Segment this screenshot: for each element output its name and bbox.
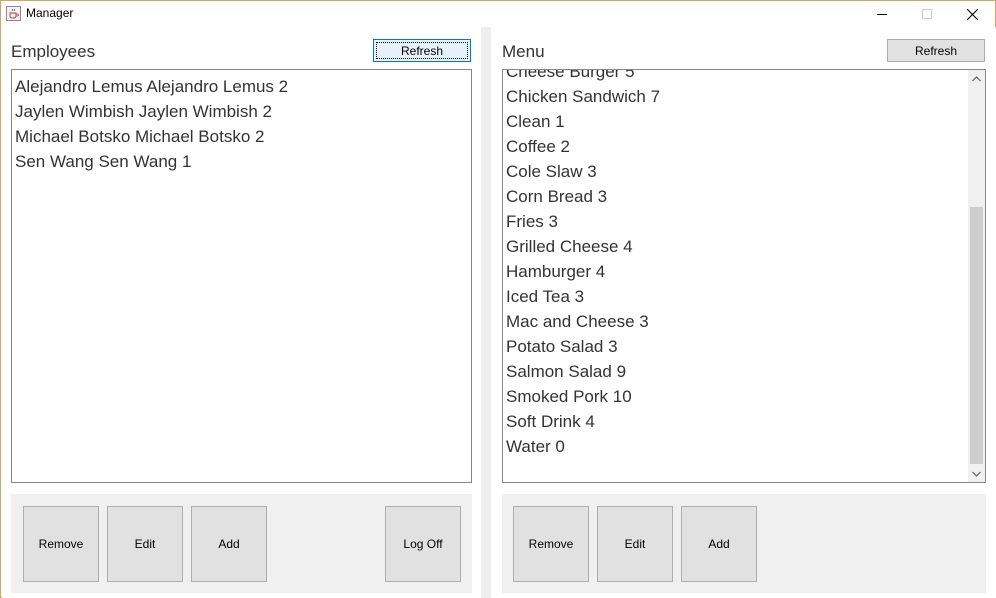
scroll-thumb[interactable] [970, 207, 983, 464]
java-cup-icon [6, 6, 21, 21]
list-item[interactable]: Mac and Cheese 3 [506, 309, 649, 334]
menu-edit-button[interactable]: Edit [597, 506, 673, 582]
list-item[interactable]: Chicken Sandwich 7 [506, 84, 660, 109]
menu-button-area: Remove Edit Add [502, 494, 986, 593]
maximize-icon [922, 9, 932, 19]
list-item[interactable]: Soft Drink 4 [506, 409, 595, 434]
employees-list[interactable]: Alejandro Lemus Alejandro Lemus 2 Jaylen… [11, 69, 472, 483]
list-item[interactable]: Jaylen Wimbish Jaylen Wimbish 2 [15, 99, 272, 124]
menu-add-button[interactable]: Add [681, 506, 757, 582]
list-item[interactable]: Fries 3 [506, 209, 558, 234]
menu-remove-button[interactable]: Remove [513, 506, 589, 582]
window-title: Manager [26, 6, 74, 20]
employees-label: Employees [11, 42, 96, 61]
list-item[interactable]: Potato Salad 3 [506, 334, 618, 359]
employees-add-button[interactable]: Add [191, 506, 267, 582]
log-off-button[interactable]: Log Off [385, 506, 461, 582]
employees-remove-button[interactable]: Remove [23, 506, 99, 582]
chevron-up-icon [972, 75, 981, 81]
list-item[interactable]: Grilled Cheese 4 [506, 234, 633, 259]
scroll-down-button[interactable] [968, 465, 985, 482]
manager-window: Manager Employees Refresh Alejandro Lemu… [0, 0, 996, 598]
menu-label: Menu [502, 42, 545, 61]
list-item[interactable]: Michael Botsko Michael Botsko 2 [15, 124, 264, 149]
list-item[interactable]: Coffee 2 [506, 134, 570, 159]
minimize-icon [877, 14, 887, 15]
list-item[interactable]: Clean 1 [506, 109, 565, 134]
menu-scrollbar[interactable] [968, 70, 985, 482]
close-icon [966, 8, 978, 20]
list-item[interactable]: Alejandro Lemus Alejandro Lemus 2 [15, 74, 288, 99]
title-bar[interactable]: Manager [1, 1, 995, 27]
list-item[interactable]: Sen Wang Sen Wang 1 [15, 149, 191, 174]
list-item[interactable]: Cole Slaw 3 [506, 159, 597, 184]
minimize-button[interactable] [859, 1, 905, 27]
list-item[interactable]: Hamburger 4 [506, 259, 605, 284]
list-item[interactable]: Salmon Salad 9 [506, 359, 626, 384]
list-item[interactable]: Water 0 [506, 434, 565, 459]
employees-refresh-button[interactable]: Refresh [373, 39, 471, 62]
list-item[interactable]: Cheese Burger 5 [506, 70, 635, 84]
menu-refresh-button[interactable]: Refresh [887, 39, 985, 62]
list-item[interactable]: Corn Bread 3 [506, 184, 607, 209]
scroll-up-button[interactable] [968, 70, 985, 87]
close-button[interactable] [949, 1, 995, 27]
split-pane-divider[interactable] [481, 27, 491, 598]
list-item[interactable]: Smoked Pork 10 [506, 384, 632, 409]
employees-edit-button[interactable]: Edit [107, 506, 183, 582]
menu-list[interactable]: Cheese Burger 5 Chicken Sandwich 7 Clean… [502, 69, 986, 483]
list-item[interactable]: Iced Tea 3 [506, 284, 584, 309]
employees-button-area: Remove Edit Add Log Off [11, 494, 472, 593]
maximize-button[interactable] [904, 1, 950, 27]
chevron-down-icon [972, 471, 981, 477]
